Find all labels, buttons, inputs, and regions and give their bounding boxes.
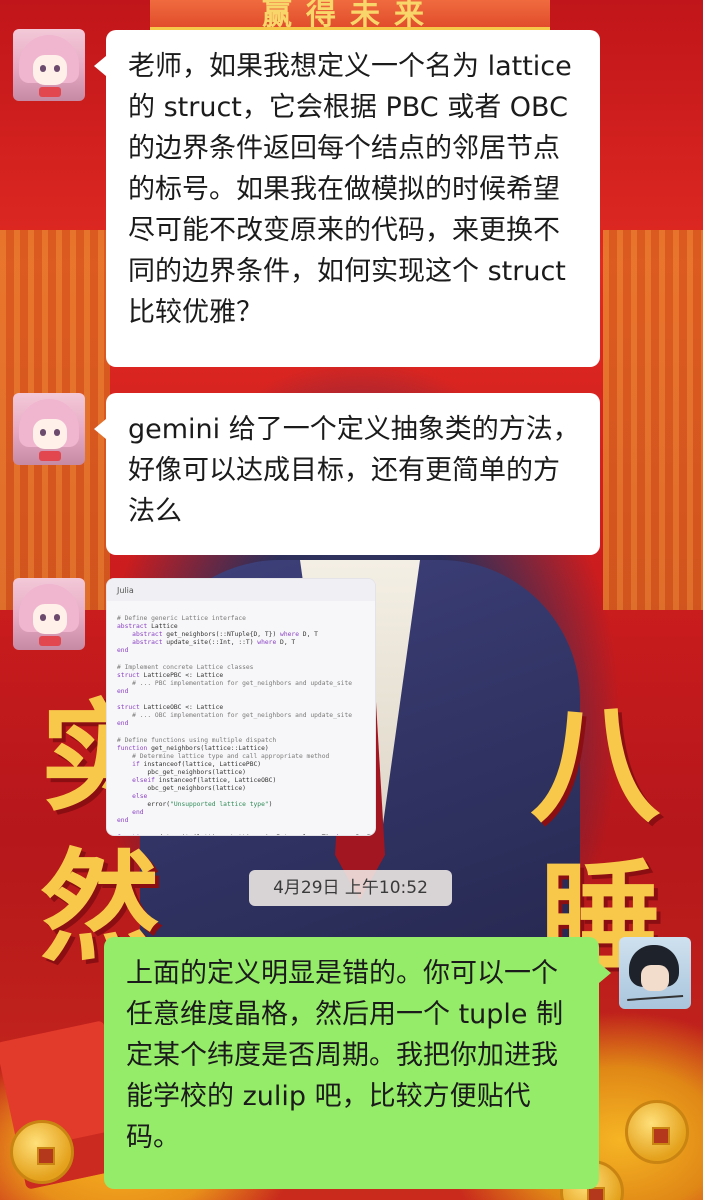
code-line: end [117,647,129,655]
code-line: obc_get_neighbors(lattice) [117,785,246,793]
message-bubble-self[interactable]: 上面的定义明显是错的。你可以一个任意维度晶格，然后用一个 tuple 制定某个纬… [104,937,611,1189]
message-text: gemini 给了一个定义抽象类的方法，好像可以达成目标，还有更简单的方法么 [128,414,580,527]
code-line: abstract update_site(::Int, ::T) where D… [132,639,296,647]
message-bubble[interactable]: gemini 给了一个定义抽象类的方法，好像可以达成目标，还有更简单的方法么 [94,393,600,555]
self-avatar[interactable] [619,937,691,1009]
code-line: if instanceof(lattice, LatticePBC) [132,760,262,768]
contact-avatar[interactable] [13,393,85,465]
background-coin [10,1120,74,1184]
code-line: # Implement concrete Lattice classes [117,663,254,671]
code-line: elseif instanceof(lattice, LatticeOBC) [132,776,277,784]
code-block: # Define generic Lattice interface abstra… [107,601,375,835]
code-line: end [117,720,129,728]
message-text: 上面的定义明显是错的。你可以一个任意维度晶格，然后用一个 tuple 制定某个纬… [126,958,564,1153]
code-line: end [117,687,129,695]
code-line: end [117,817,129,825]
code-line: # Define functions using multiple dispat… [117,736,277,744]
code-line: else [132,793,148,801]
code-image-message[interactable]: Julia # Define generic Lattice interface… [106,578,376,836]
message-bubble[interactable]: 老师，如果我想定义一个名为 lattice 的 struct，它会根据 PBC … [94,30,600,367]
code-line: error("Unsupported lattice type") [117,801,273,809]
code-language-label: Julia [107,579,375,601]
background-coin [625,1100,689,1164]
code-line: function get_neighbors(lattice::Lattice) [117,744,269,752]
code-line: abstract get_neighbors(::NTuple{D, T}) w… [132,631,318,639]
background-banner: 赢得未来 [150,0,550,30]
code-line: function update_site(lattice::Lattice, i… [117,834,371,835]
code-line: abstract Lattice [117,623,178,631]
code-line: # ... PBC implementation for get_neighbo… [117,679,353,687]
background-trophy-right [603,230,703,610]
contact-avatar[interactable] [13,29,85,101]
contact-avatar[interactable] [13,578,85,650]
code-line: end [132,809,144,817]
code-line: struct LatticePBC <: Lattice [117,671,224,679]
background-banner-text: 赢得未来 [262,0,438,32]
code-line: # Determine lattice type and call approp… [117,752,330,760]
code-line: # Define generic Lattice interface [117,615,246,623]
message-text: 老师，如果我想定义一个名为 lattice 的 struct，它会根据 PBC … [128,51,572,328]
code-line: # ... OBC implementation for get_neighbo… [117,712,353,720]
code-line: struct LatticeOBC <: Lattice [117,704,224,712]
code-line: pbc_get_neighbors(lattice) [117,768,246,776]
chat-timestamp: 4月29日 上午10:52 [249,870,452,906]
